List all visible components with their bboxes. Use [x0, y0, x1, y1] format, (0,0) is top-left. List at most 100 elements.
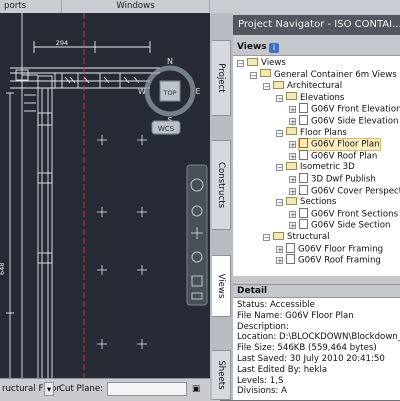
tab-views[interactable]: Views	[212, 255, 231, 317]
detail-line: Levels: 1,S	[237, 375, 284, 386]
tree-expand-toggle[interactable]: +	[289, 210, 296, 218]
folder-icon	[273, 231, 284, 240]
cut-plane-label: Cut Plane:	[59, 384, 104, 394]
tray-icon[interactable]: ▣	[190, 382, 206, 396]
detail-line: File Size: 546KB (559,464 bytes)	[237, 343, 377, 354]
panel-title: Project Navigator - ISO CONTAI...	[233, 15, 400, 35]
tree-item-label: 3D Dwf Publish	[311, 174, 376, 185]
tree-expand-toggle[interactable]: +	[289, 222, 296, 230]
tree-folder[interactable]: Sections	[286, 196, 336, 208]
tree-folder[interactable]: Floor Plans	[286, 127, 347, 139]
detail-line: Last Edited By: hekla	[237, 364, 328, 375]
viewcube[interactable]: TOP N S E W	[138, 57, 200, 125]
view-drawing-icon	[299, 219, 308, 230]
folder-icon	[260, 69, 271, 78]
folder-icon	[273, 80, 284, 89]
cad-drawing: TOP N S E W WCS 294 648	[0, 13, 208, 378]
tree-item-label: Elevations	[300, 92, 345, 103]
tree-item[interactable]: 3D Dwf Publish	[299, 173, 376, 185]
tree-item-label: Floor Plans	[300, 127, 347, 138]
tree-item-label: General Container 6m Views	[274, 69, 397, 80]
views-tree[interactable]: − Views − General Container 6m Views − Archit…	[233, 56, 400, 276]
tree-item[interactable]: G06V Floor Plan	[298, 138, 381, 152]
view-drawing-icon	[299, 173, 308, 183]
tree-collapse-toggle[interactable]: −	[263, 83, 270, 91]
tree-collapse-toggle[interactable]: −	[276, 94, 283, 102]
tree-collapse-toggle[interactable]: −	[237, 60, 244, 68]
tree-item-label: Architectural	[287, 81, 343, 92]
navigation-bar[interactable]	[186, 164, 208, 306]
status-floor-label[interactable]: ructural Floor	[0, 382, 60, 396]
view-drawing-icon	[299, 138, 308, 149]
tree-item-label: G06V Front Sections	[311, 209, 399, 220]
tree-item[interactable]: G06V Cover Perspective	[299, 184, 400, 197]
tree-item-label: G06V Floor Framing	[298, 244, 384, 255]
tree-expand-toggle[interactable]: +	[276, 257, 283, 265]
tree-folder[interactable]: Architectural	[273, 80, 343, 92]
tab-windows[interactable]: Windows	[62, 0, 210, 13]
tree-item[interactable]: G06V Side Section	[299, 219, 391, 231]
tree-collapse-toggle[interactable]: −	[276, 164, 283, 172]
tree-item[interactable]: G06V Front Elevations	[299, 103, 400, 115]
info-icon[interactable]: i	[269, 43, 279, 53]
tree-item-label: G06V Roof Framing	[298, 255, 381, 266]
top-tab-bar: ports Windows	[0, 0, 400, 13]
tree-expand-toggle[interactable]: +	[289, 141, 296, 149]
detail-line: Status: Accessible	[237, 300, 315, 310]
tree-folder[interactable]: Elevations	[286, 92, 345, 104]
views-header: Views i	[233, 41, 400, 56]
tree-item-label: Views	[261, 58, 286, 68]
tab-empty	[210, 0, 400, 13]
tree-item-label: Structural	[287, 232, 330, 242]
tree-expand-toggle[interactable]: +	[289, 152, 296, 160]
folder-icon	[286, 92, 297, 101]
tree-folder[interactable]: Structural	[273, 231, 330, 243]
tree-collapse-toggle[interactable]: −	[250, 71, 257, 79]
detail-label: Detail	[237, 286, 268, 296]
tree-item-label: Isometric 3D	[300, 162, 355, 173]
tree-expand-toggle[interactable]: +	[276, 245, 283, 253]
dimension-top-label: 294	[56, 39, 68, 47]
folder-icon	[286, 161, 297, 170]
tree-expand-toggle[interactable]: +	[289, 106, 296, 114]
compass-e: E	[195, 87, 200, 96]
detail-header: Detail	[233, 284, 400, 298]
status-bar: ructural Floor ▾ Cut Plane: ▣	[0, 378, 220, 401]
detail-line: File Name: G06V Floor Plan	[237, 310, 354, 321]
tree-item-label: G06V Cover Perspective	[311, 186, 400, 197]
tree-item[interactable]: G06V Roof Framing	[286, 254, 381, 266]
tree-collapse-toggle[interactable]: −	[276, 199, 283, 207]
view-drawing-icon	[299, 149, 308, 160]
tree-item-label: G06V Front Elevations	[311, 104, 400, 115]
tree-folder[interactable]: Isometric 3D	[286, 161, 355, 173]
drawing-area[interactable]: TOP N S E W WCS 294 648	[0, 13, 210, 378]
tree-item-label: G06V Roof Plan	[311, 151, 378, 162]
tab-sheets[interactable]: Sheets	[212, 350, 231, 400]
compass-w: W	[138, 87, 146, 96]
tree-collapse-toggle[interactable]: −	[263, 234, 270, 242]
detail-line: Location: D:\BLOCKDOWN\Blockdown_ISOCON	[237, 332, 400, 343]
tree-folder[interactable]: Views	[247, 57, 286, 69]
tab-constructs[interactable]: Constructs	[212, 140, 231, 230]
detail-line: Description:	[237, 321, 289, 332]
tree-collapse-toggle[interactable]: −	[276, 129, 283, 137]
tab-ports[interactable]: ports	[0, 0, 62, 13]
tree-expand-toggle[interactable]: +	[289, 118, 296, 126]
tree-item[interactable]: G06V Roof Plan	[299, 149, 378, 162]
tree-item[interactable]: G06V Floor Framing	[286, 242, 384, 255]
viewcube-face-label: TOP	[162, 89, 176, 97]
tree-expand-toggle[interactable]: +	[289, 176, 296, 184]
tab-project[interactable]: Project	[212, 40, 231, 116]
tree-folder[interactable]: General Container 6m Views	[260, 69, 397, 81]
tree-item-label: G06V Side Section	[311, 220, 391, 231]
tree-expand-toggle[interactable]: +	[289, 187, 296, 195]
cut-plane-field[interactable]	[107, 382, 187, 396]
chevron-down-icon[interactable]: ▾	[44, 382, 54, 396]
wcs-label: WCS	[158, 125, 175, 133]
detail-pane: Status: Accessible File Name: G06V Floor …	[233, 298, 400, 400]
tree-item[interactable]: G06V Side Elevation	[299, 115, 398, 127]
view-drawing-icon	[299, 115, 308, 125]
folder-icon	[286, 127, 297, 136]
tree-item[interactable]: G06V Front Sections	[299, 207, 399, 220]
view-drawing-icon	[299, 207, 308, 218]
